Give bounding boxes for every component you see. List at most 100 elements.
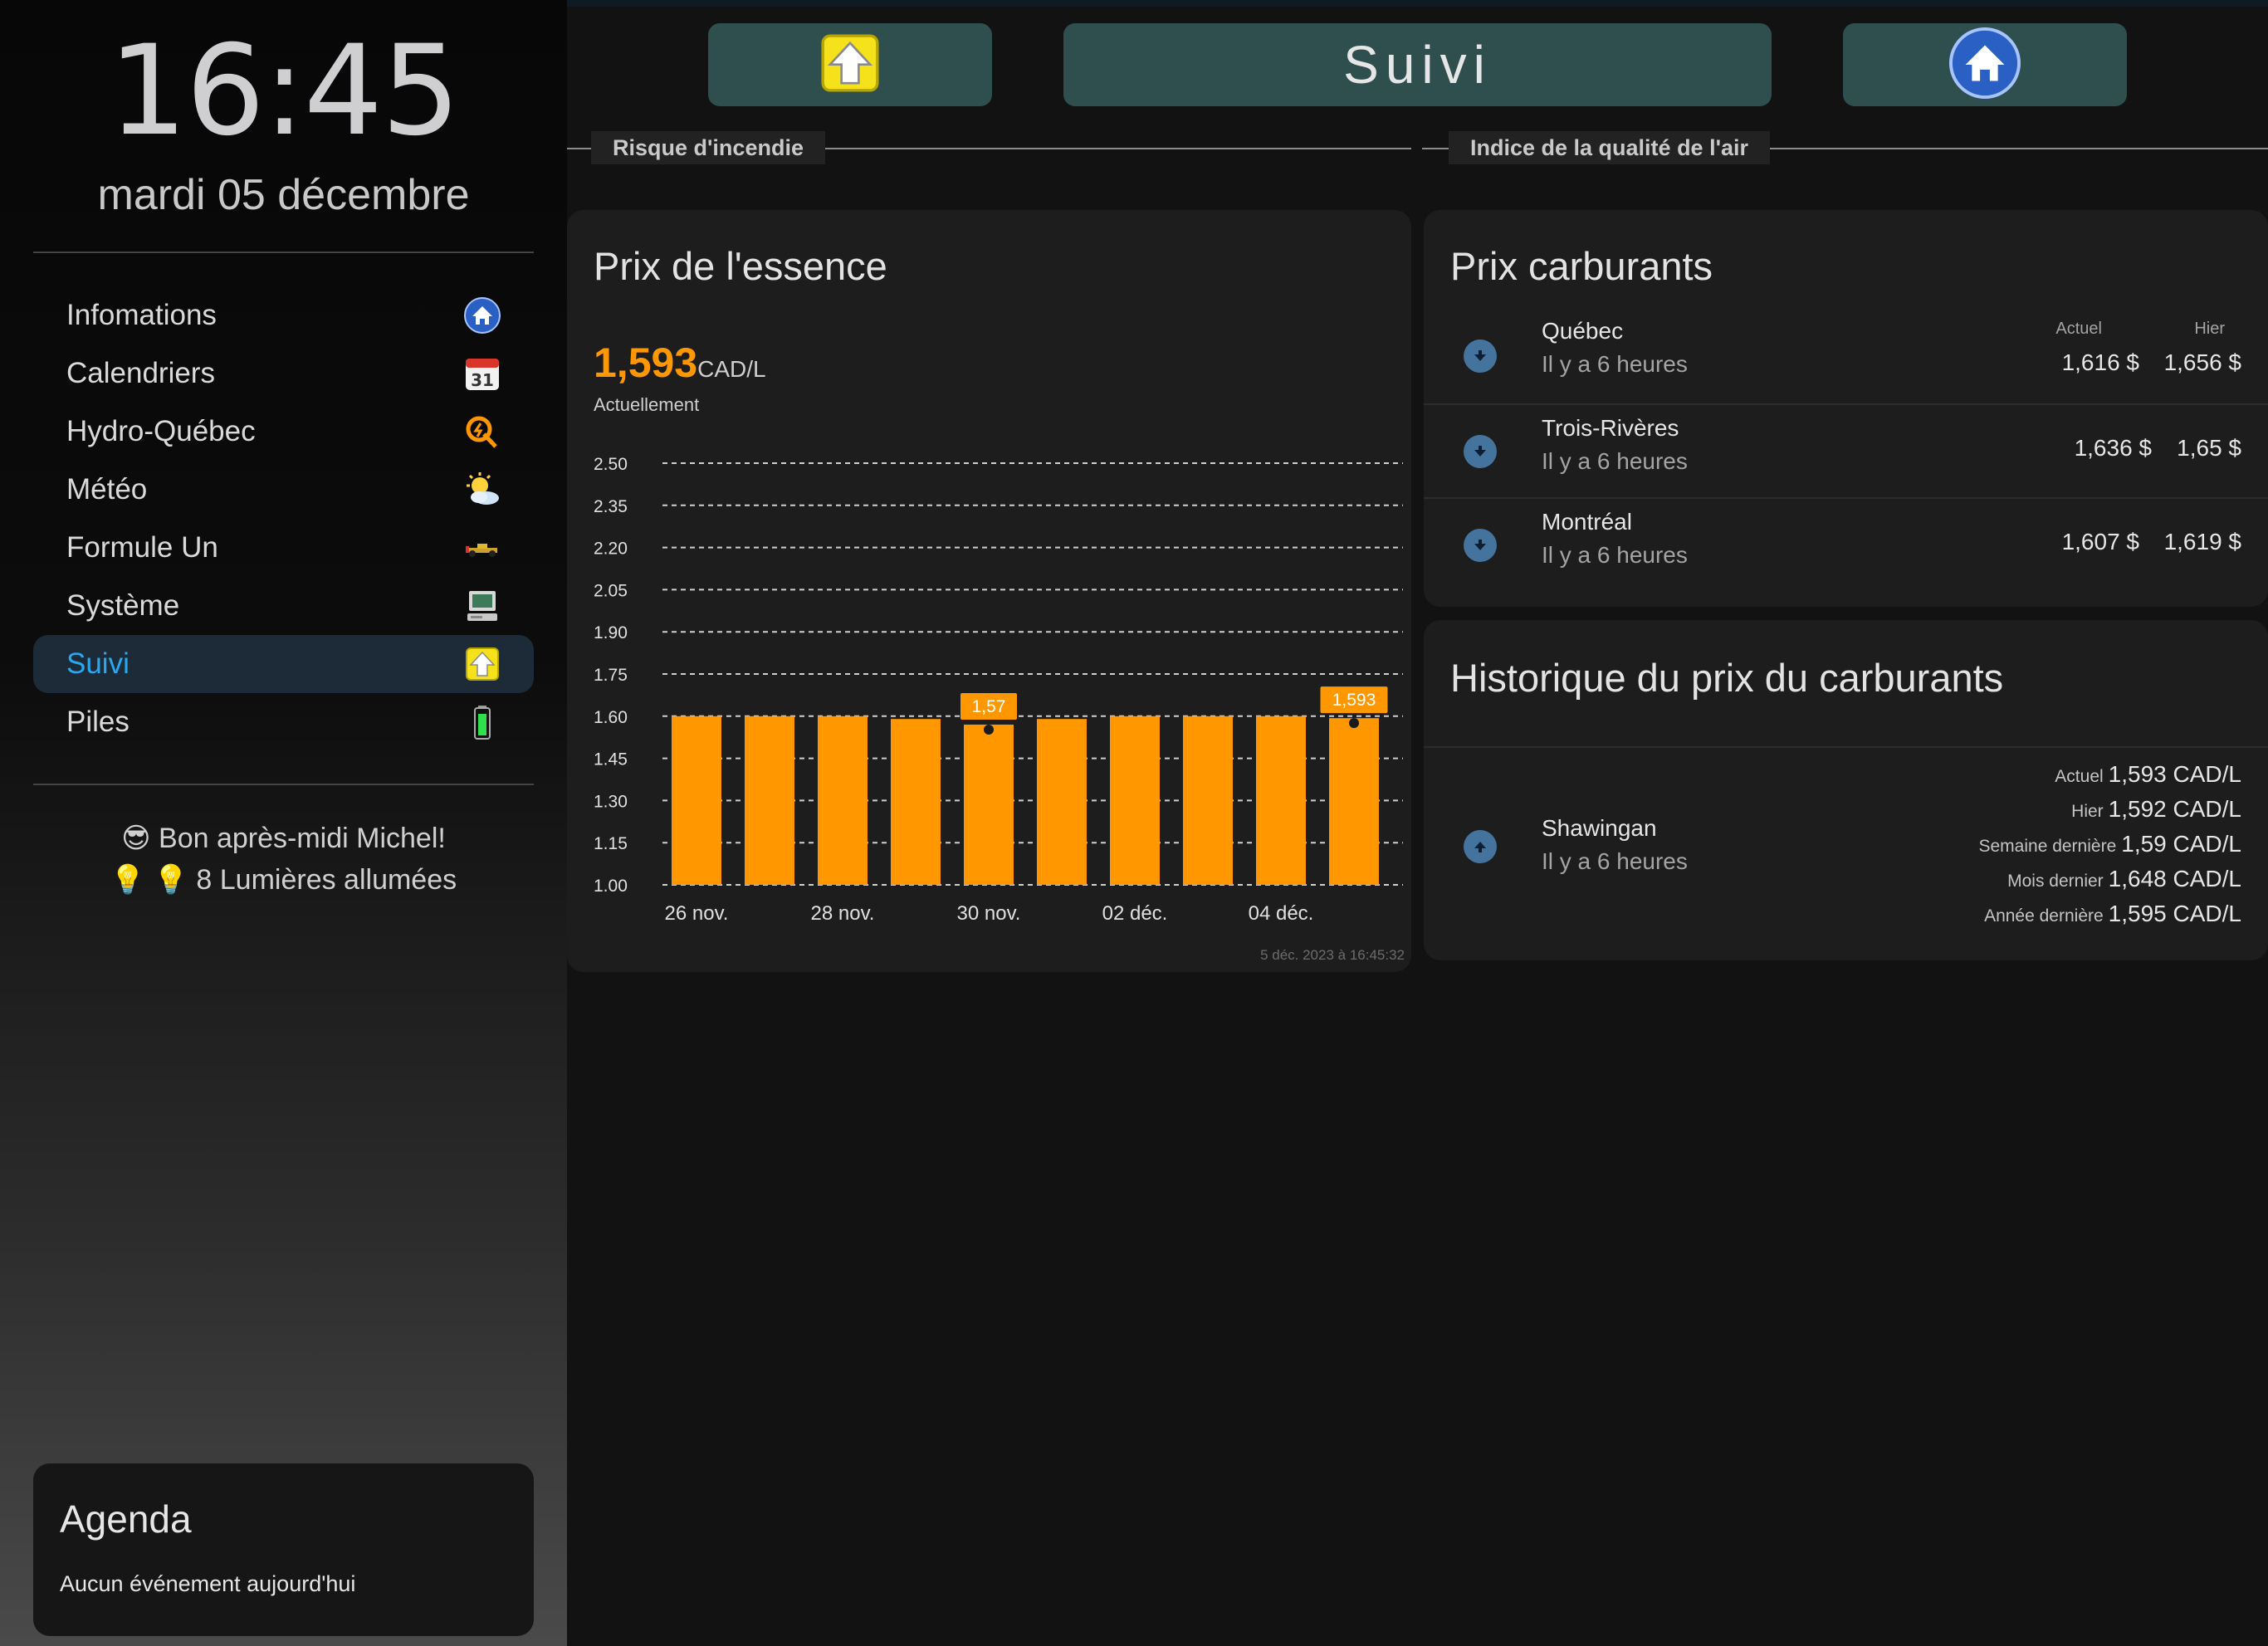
x-tick-label: 02 déc. [1102,902,1168,925]
arrow-down-icon [1464,435,1497,468]
chart-bar [672,716,721,885]
arrow-up-icon [1464,830,1497,863]
home-icon [464,297,501,334]
column-header-yesterday: Hier [2194,320,2225,338]
history-line: Actuel 1,593 CAD/L [2055,761,2241,787]
city-name: Montréal [1542,509,1632,535]
chart-timestamp: 5 déc. 2023 à 16:45:32 [1260,947,1405,963]
up-button[interactable] [708,23,992,106]
history-line: Année dernière 1,595 CAD/L [1984,901,2241,926]
price-current: 1,607 $ [2061,529,2139,554]
chart-bar [1256,716,1306,885]
price-yesterday: 1,619 $ [2163,529,2241,554]
sidebar-item-label: Piles [66,706,130,738]
y-tick-label: 1.00 [594,877,628,896]
updated-ago: Il y a 6 heures [1542,448,1688,474]
sidebar-item-label: Calendriers [66,357,215,389]
fuel-row[interactable]: Montréal Il y a 6 heures 1,607 $ 1,619 $ [1424,497,2268,591]
sidebar-item-label: Suivi [66,647,130,680]
y-tick-label: 1.75 [594,666,628,685]
column-header-current: Actuel [2055,320,2102,338]
sidebar-item-piles[interactable]: Piles [33,693,534,751]
card-title: Historique du prix du carburants [1450,656,2004,700]
chart-bar [1110,716,1160,885]
current-price: 1,593 CAD/L [594,339,766,387]
chart-bar [1183,716,1233,885]
sidebar-item-formule-un[interactable]: Formule Un [33,519,534,577]
gas-price-chart: 2.50 2.35 2.20 2.05 1.90 1.75 1.60 1.45 1.30 1.15… [594,455,1403,925]
agenda-card: Agenda Aucun événement aujourd'hui [33,1463,534,1636]
lights-status: 💡 💡 8 Lumières allumées [110,864,457,896]
weather-icon [464,471,501,508]
sidebar-item-systeme[interactable]: Système [33,577,534,635]
date: mardi 05 décembre [97,171,470,219]
chart-bar [818,716,868,885]
computer-icon [464,588,501,624]
sidebar-item-meteo[interactable]: Météo [33,461,534,519]
arrow-down-icon [1464,529,1497,562]
section-label-qualite-air: Indice de la qualité de l'air [1449,131,1771,164]
section-label-risque-incendie: Risque d'incendie [591,131,825,164]
battery-icon [464,704,501,740]
svg-text:31: 31 [471,370,494,390]
price-value: 1,593 [594,339,698,386]
data-point-marker [984,724,994,735]
y-tick-label: 2.20 [594,540,628,559]
y-tick-label: 2.05 [594,581,628,600]
y-tick-label: 1.90 [594,623,628,642]
city-name: Québec [1542,318,1624,344]
sidebar-item-label: Infomations [66,299,217,331]
f1-car-icon [464,530,501,566]
history-line: Hier 1,592 CAD/L [2071,796,2241,822]
y-tick-label: 1.15 [594,834,628,853]
sidebar-item-label: Hydro-Québec [66,415,256,447]
sidebar-item-label: Système [66,589,180,622]
city-name: Shawingan [1542,815,1657,841]
fuel-history-card[interactable]: Historique du prix du carburants Shawing… [1424,620,2268,960]
fuel-row[interactable]: Québec Il y a 6 heures Actuel Hier 1,616… [1424,310,2268,403]
sidebar-item-calendriers[interactable]: Calendriers 31 [33,344,534,403]
x-tick-label: 04 déc. [1249,902,1314,925]
y-tick-label: 1.60 [594,708,628,727]
gas-price-card[interactable]: Prix de l'essence 1,593 CAD/L Actuelleme… [567,210,1411,972]
chart-bar [891,719,941,885]
sidebar-item-hydro-quebec[interactable]: Hydro-Québec [33,403,534,461]
card-title: Prix carburants [1450,244,1713,288]
y-tick-label: 2.35 [594,497,628,516]
sidebar-item-suivi[interactable]: Suivi [33,635,534,693]
up-arrow-icon [819,32,882,99]
clock: 16:45 [108,19,460,164]
price-current: 1,636 $ [2074,435,2152,461]
sidebar: 16:45 mardi 05 décembre Infomations Cale… [0,0,567,1646]
price-yesterday: 1,656 $ [2163,349,2241,375]
chart-bar [1037,719,1087,885]
chart-bar [1329,718,1379,885]
updated-ago: Il y a 6 heures [1542,351,1688,377]
data-label: 1,593 [1332,691,1376,710]
arrow-down-icon [1464,339,1497,373]
x-tick-label: 26 nov. [665,902,729,925]
hydro-quebec-icon [464,413,501,450]
y-tick-label: 1.45 [594,750,628,769]
agenda-text: Aucun événement aujourd'hui [60,1571,356,1596]
history-line: Mois dernier 1,648 CAD/L [2007,866,2241,891]
fuel-row[interactable]: Trois-Rivères Il y a 6 heures 1,636 $ 1,… [1424,403,2268,497]
card-divider [1424,746,2268,748]
home-icon [1949,27,2021,103]
sidebar-item-informations[interactable]: Infomations [33,286,534,344]
price-subtitle: Actuellement [594,394,700,415]
price-current: 1,616 $ [2061,349,2139,375]
sidebar-divider [33,784,534,785]
greeting-block: 😎 Bon après-midi Michel! 💡 💡 8 Lumières … [0,818,567,901]
history-line: Semaine dernière 1,59 CAD/L [1978,831,2241,857]
home-button[interactable] [1843,23,2127,106]
y-tick-label: 1.30 [594,792,628,811]
up-arrow-icon [464,646,501,682]
data-point-marker [1349,718,1359,729]
data-label: 1,57 [972,697,1006,716]
x-tick-label: 30 nov. [957,902,1021,925]
price-yesterday: 1,65 $ [2177,435,2241,461]
fuel-prices-card: Prix carburants Québec Il y a 6 heures A… [1424,210,2268,607]
sidebar-item-label: Formule Un [66,531,218,564]
page-title-button[interactable]: Suivi [1063,23,1772,106]
